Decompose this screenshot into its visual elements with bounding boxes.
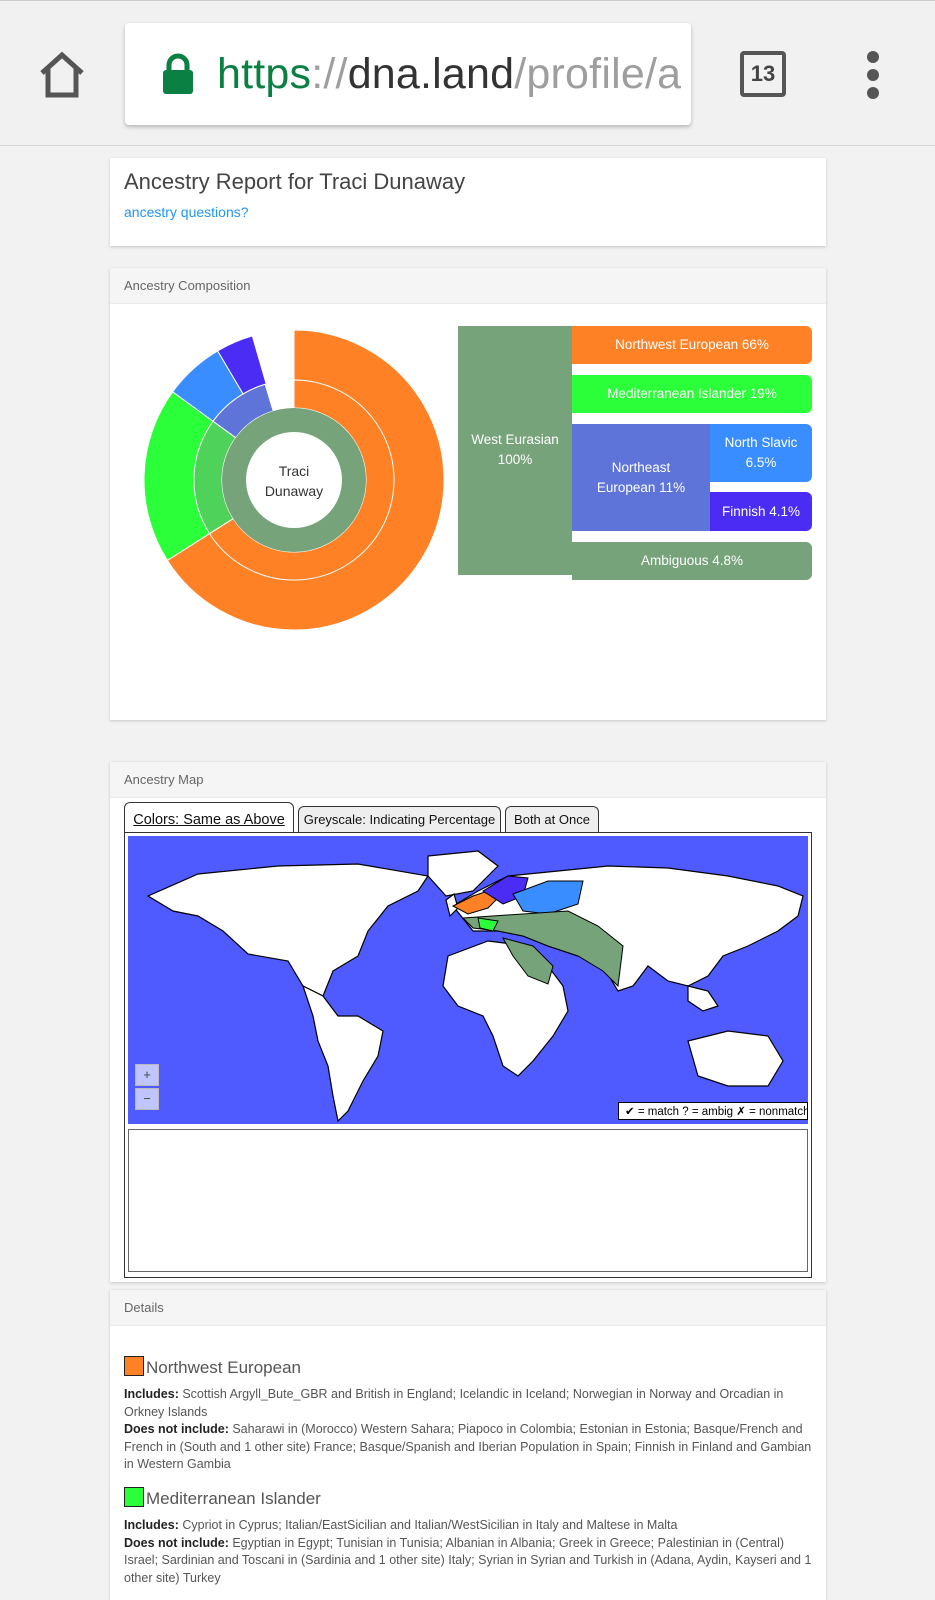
box-west-eurasian-label: West Eurasian — [471, 432, 559, 447]
includes-label: Includes: — [124, 1387, 179, 1401]
tab-count: 13 — [750, 61, 776, 86]
sunburst-center — [246, 432, 342, 528]
box-northwest-european[interactable]: Northwest European 66% — [572, 326, 812, 364]
map-panel: + − ✔ = match ? = ambig ✗ = nonmatch — [124, 832, 812, 1278]
ancestry-sunburst-chart: Traci Dunaway — [144, 330, 444, 630]
ancestry-composition-card: Ancestry Composition Traci Dunaway West … — [110, 268, 826, 720]
map-zoom-in-button[interactable]: + — [135, 1064, 159, 1086]
address-bar[interactable]: https://dna.land/profile/a — [125, 23, 691, 125]
includes-text: Scottish Argyll_Bute_GBR and British in … — [124, 1387, 784, 1419]
includes-text: Cypriot in Cyprus; Italian/EastSicilian … — [178, 1518, 678, 1532]
world-map-graphic — [146, 850, 804, 1123]
report-title-card: Ancestry Report for Traci Dunaway ancest… — [110, 158, 826, 246]
box-west-eurasian-percent: 100% — [497, 452, 533, 467]
box-northeast-european-percent: European 11% — [596, 479, 686, 495]
tab-both-at-once[interactable]: Both at Once — [505, 806, 599, 832]
detail-description: Includes: Cypriot in Cyprus; Italian/Eas… — [124, 1517, 814, 1587]
detail-title: Northwest European — [146, 1358, 301, 1377]
tab-colors-same-as-above[interactable]: Colors: Same as Above — [124, 802, 294, 833]
ancestry-breakdown-boxes: West Eurasian 100% Northwest European 66… — [458, 326, 812, 580]
home-icon[interactable] — [34, 47, 90, 103]
box-west-eurasian[interactable]: West Eurasian 100% — [458, 326, 572, 575]
box-mediterranean-islander-label: Mediterranean Islander 19% — [607, 386, 777, 401]
box-northwest-european-label: Northwest European 66% — [615, 337, 769, 352]
detail-northwest-european: Northwest European Includes: Scottish Ar… — [124, 1356, 814, 1474]
sunburst-center-label-2: Dunaway — [265, 483, 323, 499]
details-header: Details — [110, 1290, 826, 1326]
map-info-panel — [128, 1129, 808, 1272]
mediterranean-islander-swatch — [124, 1487, 144, 1507]
tab-switcher-button[interactable]: 13 — [740, 51, 786, 97]
map-zoom-out-button[interactable]: − — [135, 1088, 159, 1110]
overflow-menu-icon[interactable] — [860, 51, 886, 99]
northwest-european-swatch — [124, 1356, 144, 1376]
box-finnish[interactable]: Finnish 4.1% — [710, 492, 812, 531]
map-legend: ✔ = match ? = ambig ✗ = nonmatch — [618, 1102, 808, 1120]
map-header: Ancestry Map — [110, 762, 826, 798]
tab-greyscale[interactable]: Greyscale: Indicating Percentage — [298, 806, 501, 832]
box-north-slavic-percent: 6.5% — [745, 455, 777, 470]
excludes-label: Does not include: — [124, 1535, 229, 1550]
box-ambiguous-label: Ambiguous 4.8% — [640, 553, 744, 568]
includes-label: Includes: — [124, 1518, 179, 1532]
box-mediterranean-islander[interactable]: Mediterranean Islander 19% — [572, 375, 812, 413]
url-host: dna.land — [347, 50, 515, 98]
box-ambiguous[interactable]: Ambiguous 4.8% — [572, 542, 812, 580]
box-north-slavic[interactable]: North Slavic 6.5% — [710, 424, 812, 482]
ancestry-map-card: Ancestry Map Colors: Same as Above Greys… — [110, 762, 826, 1282]
ancestry-questions-link[interactable]: ancestry questions? — [124, 204, 249, 220]
detail-title: Mediterranean Islander — [146, 1489, 321, 1508]
detail-description: Includes: Scottish Argyll_Bute_GBR and B… — [124, 1386, 814, 1474]
url-scheme: https — [217, 50, 312, 98]
detail-mediterranean-islander: Mediterranean Islander Includes: Cypriot… — [124, 1487, 814, 1587]
lock-icon — [161, 53, 195, 95]
box-northeast-european[interactable]: Northeast European 11% — [572, 424, 710, 531]
page-title: Ancestry Report for Traci Dunaway — [124, 169, 466, 194]
url-path: /profile/a — [514, 50, 682, 98]
box-northeast-european-label: Northeast — [611, 459, 671, 475]
browser-toolbar: https://dna.land/profile/a 13 — [0, 0, 935, 146]
box-finnish-label: Finnish 4.1% — [721, 503, 801, 519]
excludes-label: Does not include: — [124, 1422, 229, 1436]
world-map[interactable]: + − ✔ = match ? = ambig ✗ = nonmatch — [128, 836, 808, 1124]
url-separator: :// — [311, 50, 348, 98]
url-text[interactable]: https://dna.land/profile/a — [217, 47, 681, 101]
details-card: Details Northwest European Includes: Sco… — [110, 1290, 826, 1600]
sunburst-center-label-1: Traci — [279, 463, 310, 479]
box-north-slavic-label: North Slavic — [724, 435, 798, 450]
composition-header: Ancestry Composition — [110, 268, 826, 304]
